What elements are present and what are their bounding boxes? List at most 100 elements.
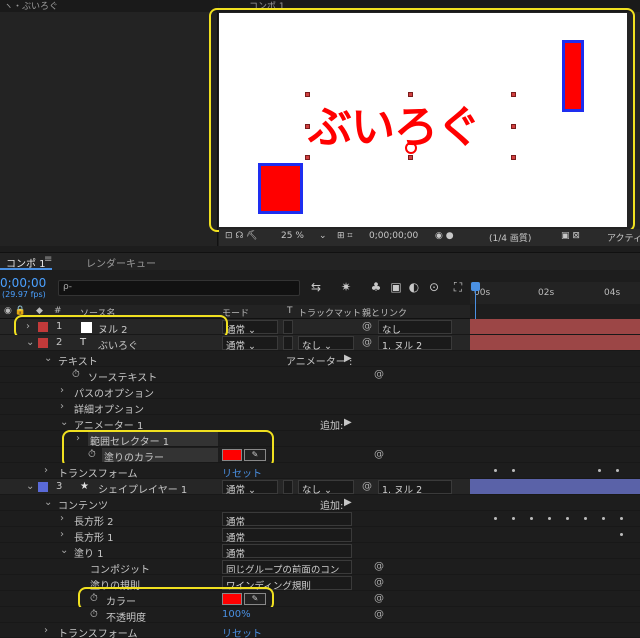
keyframe-dot[interactable] bbox=[584, 517, 587, 520]
prop-row-transform-2[interactable]: › トランスフォーム リセット bbox=[0, 623, 470, 638]
track-matte-select[interactable]: なし ⌄ bbox=[298, 336, 354, 352]
pick-whip-icon[interactable]: @ bbox=[374, 369, 384, 380]
pick-whip-icon[interactable]: @ bbox=[374, 593, 384, 604]
prop-row-animator[interactable]: ⌄ アニメーター 1 追加: ▶ bbox=[0, 415, 470, 432]
keyframe-dot[interactable] bbox=[598, 469, 601, 472]
frame-blend-icon[interactable]: ▣ bbox=[388, 279, 404, 295]
prop-more-options[interactable]: 詳細オプション bbox=[74, 401, 144, 416]
expand-chevron-icon[interactable]: › bbox=[60, 529, 64, 540]
prop-rect2[interactable]: 長方形 2 bbox=[74, 513, 114, 528]
keyframe-dot[interactable] bbox=[548, 517, 551, 520]
expand-chevron-icon[interactable]: ⌄ bbox=[26, 481, 34, 492]
prop-rect1[interactable]: 長方形 1 bbox=[74, 529, 114, 544]
blend-mode-select[interactable]: 通常 bbox=[222, 512, 352, 528]
expand-chevron-icon[interactable]: ⌄ bbox=[60, 417, 68, 428]
label-color[interactable] bbox=[38, 482, 48, 492]
add-icon[interactable]: ▶ bbox=[344, 417, 352, 428]
camera-icon[interactable]: ◉ ● bbox=[435, 231, 454, 241]
prop-row-rect2[interactable]: › 長方形 2 通常 bbox=[0, 511, 470, 528]
zoom-chevron-icon[interactable]: ⌄ bbox=[319, 231, 327, 241]
parent-select[interactable]: 1. ヌル 2 bbox=[378, 480, 452, 496]
layer-row-2[interactable]: ⌄ 2 T ぶいろぐ 通常 ⌄ なし ⌄ @ 1. ヌル 2 bbox=[0, 335, 470, 352]
prop-contents[interactable]: コンテンツ bbox=[58, 497, 108, 512]
pick-whip-icon[interactable]: @ bbox=[374, 449, 384, 460]
layer-bar-3[interactable] bbox=[470, 479, 640, 495]
pick-whip-icon[interactable]: @ bbox=[374, 577, 384, 588]
blend-mode-select[interactable]: 通常 bbox=[222, 528, 352, 544]
active-camera-select[interactable]: アクティブ bbox=[607, 231, 640, 244]
column-parent[interactable]: 親とリンク bbox=[362, 306, 407, 319]
motion-blur-icon[interactable]: ◐ bbox=[406, 279, 422, 295]
grid-icon[interactable]: ⊞ ⌗ bbox=[337, 231, 352, 241]
layer-row-3[interactable]: ⌄ 3 ★ シェイプレイヤー 1 通常 ⌄ なし ⌄ @ 1. ヌル 2 bbox=[0, 479, 470, 496]
graph-editor-icon[interactable]: ⊙ bbox=[426, 279, 442, 295]
prop-row-contents[interactable]: ⌄ コンテンツ 追加: ▶ bbox=[0, 495, 470, 512]
draft-3d-icon[interactable]: ✷ bbox=[338, 279, 354, 295]
prop-row-source-text[interactable]: ⏱ ソーステキスト @ bbox=[0, 367, 470, 384]
animator-add-icon[interactable]: ▶ bbox=[344, 353, 352, 364]
layer-name[interactable]: ぶいろぐ bbox=[98, 337, 138, 352]
expand-chevron-icon[interactable]: ⌄ bbox=[26, 337, 34, 348]
keyframe-dot[interactable] bbox=[494, 469, 497, 472]
pick-whip-icon[interactable]: @ bbox=[362, 481, 372, 492]
viewer-timecode[interactable]: 0;00;00;00 bbox=[369, 231, 418, 241]
tab-menu-icon[interactable]: ≡ bbox=[44, 254, 52, 265]
keyframe-dot[interactable] bbox=[512, 517, 515, 520]
resolution-select[interactable]: (1/4 画質) bbox=[489, 231, 531, 244]
region-icon[interactable]: ▣ ⊠ bbox=[561, 231, 580, 241]
stopwatch-icon[interactable]: ⏱ bbox=[72, 369, 80, 380]
pick-whip-icon[interactable]: @ bbox=[362, 321, 372, 332]
track-matte-select[interactable]: なし ⌄ bbox=[298, 480, 354, 496]
label-color[interactable] bbox=[38, 338, 48, 348]
prop-row-more-options[interactable]: › 詳細オプション bbox=[0, 399, 470, 416]
add-icon[interactable]: ▶ bbox=[344, 497, 352, 508]
keyframe-dot[interactable] bbox=[512, 469, 515, 472]
pick-whip-icon[interactable]: @ bbox=[374, 609, 384, 620]
prop-text[interactable]: テキスト bbox=[58, 353, 98, 368]
reset-link[interactable]: リセット bbox=[222, 465, 262, 480]
prop-source-text[interactable]: ソーステキスト bbox=[88, 369, 157, 384]
prop-row-transform[interactable]: › トランスフォーム リセット bbox=[0, 463, 470, 480]
layer-name[interactable]: シェイプレイヤー 1 bbox=[98, 481, 187, 496]
pick-whip-icon[interactable]: @ bbox=[362, 337, 372, 348]
time-ruler[interactable]: 00s 02s 04s bbox=[470, 282, 640, 304]
prop-path-options[interactable]: パスのオプション bbox=[74, 385, 154, 400]
prop-row-path-options[interactable]: › パスのオプション bbox=[0, 383, 470, 400]
keyframe-dot[interactable] bbox=[616, 469, 619, 472]
parent-select[interactable]: 1. ヌル 2 bbox=[378, 336, 452, 352]
keyframe-dot[interactable] bbox=[566, 517, 569, 520]
composite-select[interactable]: 同じグループの前面のコン bbox=[222, 560, 352, 574]
prop-row-rect1[interactable]: › 長方形 1 通常 bbox=[0, 527, 470, 544]
opacity-value[interactable]: 100% bbox=[222, 609, 251, 620]
zoom-select[interactable]: 25 % bbox=[281, 231, 304, 241]
expand-chevron-icon[interactable]: ⌄ bbox=[44, 353, 52, 364]
magnify-icon[interactable]: ⊡ ☊ ⛏ bbox=[225, 231, 258, 241]
parent-select[interactable]: なし bbox=[378, 320, 452, 336]
pick-whip-icon[interactable]: @ bbox=[374, 561, 384, 572]
preserve-transparency[interactable] bbox=[283, 336, 293, 350]
layer-search-input[interactable]: ρ- bbox=[58, 280, 300, 296]
layer-bar-2[interactable] bbox=[470, 335, 640, 351]
prop-transform[interactable]: トランスフォーム bbox=[58, 625, 138, 638]
mode-select[interactable]: 通常 ⌄ bbox=[222, 480, 278, 496]
preserve-transparency[interactable] bbox=[283, 320, 293, 334]
layer-bar-1[interactable] bbox=[470, 319, 640, 335]
prop-transform[interactable]: トランスフォーム bbox=[58, 465, 138, 480]
keyframe-dot[interactable] bbox=[494, 517, 497, 520]
prop-row-composite[interactable]: コンポジット 同じグループの前面のコン @ bbox=[0, 559, 470, 576]
expand-chevron-icon[interactable]: › bbox=[60, 401, 64, 412]
keyframe-dot[interactable] bbox=[602, 517, 605, 520]
expand-chevron-icon[interactable]: › bbox=[60, 513, 64, 524]
prop-row-opacity[interactable]: ⏱ 不透明度 100% @ bbox=[0, 607, 470, 624]
blend-mode-select[interactable]: 通常 bbox=[222, 544, 352, 560]
stopwatch-icon[interactable]: ⏱ bbox=[90, 609, 98, 620]
keyframe-dot[interactable] bbox=[620, 517, 623, 520]
playhead-handle[interactable] bbox=[471, 282, 480, 291]
comp-flowchart-icon[interactable]: ⇆ bbox=[308, 279, 324, 295]
prop-opacity[interactable]: 不透明度 bbox=[106, 609, 146, 624]
expand-chevron-icon[interactable]: ⌄ bbox=[60, 545, 68, 556]
current-timecode[interactable]: 0;00;00 bbox=[0, 276, 46, 290]
reset-link[interactable]: リセット bbox=[222, 625, 262, 638]
expand-chevron-icon[interactable]: › bbox=[60, 385, 64, 396]
prop-row-text[interactable]: ⌄ テキスト アニメーター : ▶ bbox=[0, 351, 470, 368]
